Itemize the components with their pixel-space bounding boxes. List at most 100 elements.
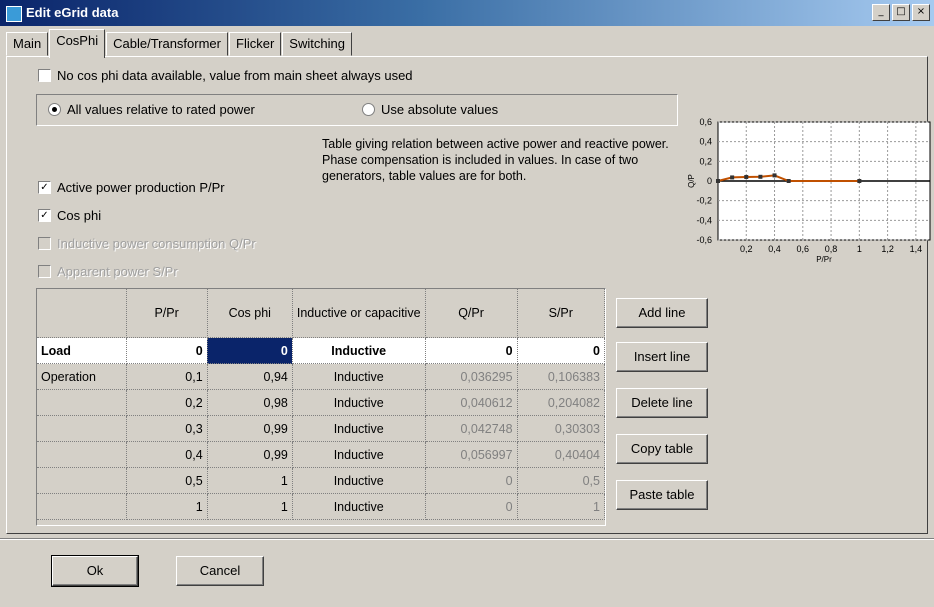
table-cell[interactable]: 0,30303 bbox=[517, 415, 606, 442]
minimize-button[interactable]: _ bbox=[872, 4, 890, 21]
absolute-radio[interactable]: Use absolute values bbox=[362, 102, 498, 117]
table-cell[interactable]: Inductive bbox=[292, 467, 426, 494]
table-cell[interactable]: 0 bbox=[126, 337, 208, 364]
table-cell[interactable]: 0,1 bbox=[126, 363, 208, 390]
apparent-checkbox: Apparent power S/Pr bbox=[38, 264, 178, 279]
table-cell[interactable]: 0,106383 bbox=[517, 363, 606, 390]
table-cell[interactable]: Inductive bbox=[292, 337, 426, 364]
table-cell[interactable]: 1 bbox=[126, 493, 208, 520]
tab-switching[interactable]: Switching bbox=[282, 32, 352, 56]
table-cell[interactable]: Load bbox=[37, 337, 127, 364]
y-tick-label: -0,6 bbox=[696, 235, 712, 245]
table-cell[interactable]: Operation bbox=[37, 363, 127, 390]
table-cell[interactable]: 0,4 bbox=[126, 441, 208, 468]
maximize-button[interactable]: □ bbox=[892, 4, 910, 21]
table-row[interactable]: 0,3 0,99 Inductive 0,042748 0,30303 bbox=[37, 415, 606, 442]
table-cell[interactable]: 0,5 bbox=[126, 467, 208, 494]
table-cell[interactable] bbox=[37, 493, 127, 520]
tab-bar: Main CosPhi Cable/Transformer Flicker Sw… bbox=[6, 29, 353, 58]
table-cell[interactable]: 0,204082 bbox=[517, 389, 606, 416]
x-tick-label: 0,2 bbox=[740, 244, 753, 254]
cos-phi-checkbox[interactable]: ✓ Cos phi bbox=[38, 208, 101, 223]
ok-button[interactable]: Ok bbox=[51, 555, 139, 587]
table-cell[interactable]: 0,056997 bbox=[425, 441, 518, 468]
add-line-button[interactable]: Add line bbox=[616, 298, 708, 328]
table-cell[interactable]: 0 bbox=[425, 493, 518, 520]
insert-line-button[interactable]: Insert line bbox=[616, 342, 708, 372]
table-cell[interactable]: 0,98 bbox=[207, 389, 293, 416]
table-cell[interactable]: 0,5 bbox=[517, 467, 606, 494]
active-power-label: Active power production P/Pr bbox=[57, 180, 225, 195]
table-cell[interactable]: 0,2 bbox=[126, 389, 208, 416]
relative-radio[interactable]: All values relative to rated power bbox=[48, 102, 255, 117]
checkmark-icon: ✓ bbox=[38, 181, 51, 194]
table-cell[interactable]: 1 bbox=[207, 493, 293, 520]
table-cell[interactable]: 0,040612 bbox=[425, 389, 518, 416]
table-cell[interactable]: 0 bbox=[425, 467, 518, 494]
table-row[interactable]: Load 0 0 Inductive 0 0 bbox=[37, 337, 606, 364]
table-row[interactable]: 0,4 0,99 Inductive 0,056997 0,40404 bbox=[37, 441, 606, 468]
table-cell[interactable]: Inductive bbox=[292, 441, 426, 468]
checkbox-box bbox=[38, 265, 51, 278]
table-header-cell: Cos phi bbox=[207, 289, 293, 338]
table-cell[interactable]: 0,036295 bbox=[425, 363, 518, 390]
table-header-cell: Q/Pr bbox=[425, 289, 518, 338]
table-cell[interactable]: Inductive bbox=[292, 363, 426, 390]
table-cell[interactable]: 1 bbox=[207, 467, 293, 494]
delete-line-button[interactable]: Delete line bbox=[616, 388, 708, 418]
table-cell[interactable]: 0,042748 bbox=[425, 415, 518, 442]
table-cell[interactable]: 0,94 bbox=[207, 363, 293, 390]
y-axis-label: Q/P bbox=[687, 174, 696, 188]
table-cell[interactable] bbox=[37, 441, 127, 468]
x-tick-label: 1,4 bbox=[910, 244, 923, 254]
series-point bbox=[786, 179, 791, 183]
checkbox-box bbox=[38, 237, 51, 250]
tab-cosphi[interactable]: CosPhi bbox=[49, 29, 106, 58]
table-cell[interactable]: Inductive bbox=[292, 415, 426, 442]
table-header-cell: Inductive or capacitive bbox=[292, 289, 426, 338]
tab-main[interactable]: Main bbox=[6, 32, 49, 56]
cosphi-table-body: P/Pr Cos phi Inductive or capacitive Q/Pr S/… bbox=[37, 289, 606, 520]
table-header-cell: P/Pr bbox=[126, 289, 208, 338]
x-tick-label: 0,6 bbox=[797, 244, 810, 254]
tab-cable-transformer[interactable]: Cable/Transformer bbox=[106, 32, 228, 56]
no-cosphi-checkbox[interactable]: No cos phi data available, value from ma… bbox=[38, 68, 413, 83]
table-cell[interactable]: Inductive bbox=[292, 493, 426, 520]
active-power-checkbox[interactable]: ✓ Active power production P/Pr bbox=[38, 180, 225, 195]
table-cell[interactable] bbox=[37, 415, 127, 442]
x-tick-label: 0,4 bbox=[768, 244, 781, 254]
checkbox-box bbox=[38, 69, 51, 82]
radio-selected-icon bbox=[48, 103, 61, 116]
table-row[interactable]: 0,2 0,98 Inductive 0,040612 0,204082 bbox=[37, 389, 606, 416]
table-cell[interactable]: 0 bbox=[207, 337, 293, 364]
series-point bbox=[730, 175, 735, 180]
cosphi-table[interactable]: P/Pr Cos phi Inductive or capacitive Q/Pr S/… bbox=[36, 288, 606, 526]
table-cell[interactable]: 0 bbox=[425, 337, 518, 364]
table-cell[interactable] bbox=[37, 467, 127, 494]
table-row[interactable]: Operation 0,1 0,94 Inductive 0,036295 0,10638… bbox=[37, 363, 606, 390]
cos-phi-label: Cos phi bbox=[57, 208, 102, 223]
table-header-cell bbox=[37, 289, 127, 338]
tab-flicker[interactable]: Flicker bbox=[229, 32, 282, 56]
table-row[interactable]: 0,5 1 Inductive 0 0,5 bbox=[37, 467, 606, 494]
table-cell[interactable]: 0,99 bbox=[207, 441, 293, 468]
table-row[interactable]: 1 1 Inductive 0 1 bbox=[37, 493, 606, 520]
series-point bbox=[716, 179, 720, 183]
close-button[interactable]: × bbox=[912, 4, 930, 21]
radio-icon bbox=[362, 103, 375, 116]
bottom-separator bbox=[0, 538, 934, 539]
table-cell[interactable]: 0,99 bbox=[207, 415, 293, 442]
cancel-button[interactable]: Cancel bbox=[176, 556, 264, 586]
table-cell[interactable]: 1 bbox=[517, 493, 606, 520]
series-point bbox=[772, 173, 777, 178]
paste-table-button[interactable]: Paste table bbox=[616, 480, 708, 510]
table-cell[interactable] bbox=[37, 389, 127, 416]
table-cell[interactable]: 0 bbox=[517, 337, 606, 364]
title-bar: Edit eGrid data _ □ × bbox=[0, 0, 934, 26]
app-icon bbox=[6, 6, 22, 22]
copy-table-button[interactable]: Copy table bbox=[616, 434, 708, 464]
table-cell[interactable]: 0,40404 bbox=[517, 441, 606, 468]
table-cell[interactable]: Inductive bbox=[292, 389, 426, 416]
x-tick-label: 1 bbox=[857, 244, 862, 254]
table-cell[interactable]: 0,3 bbox=[126, 415, 208, 442]
